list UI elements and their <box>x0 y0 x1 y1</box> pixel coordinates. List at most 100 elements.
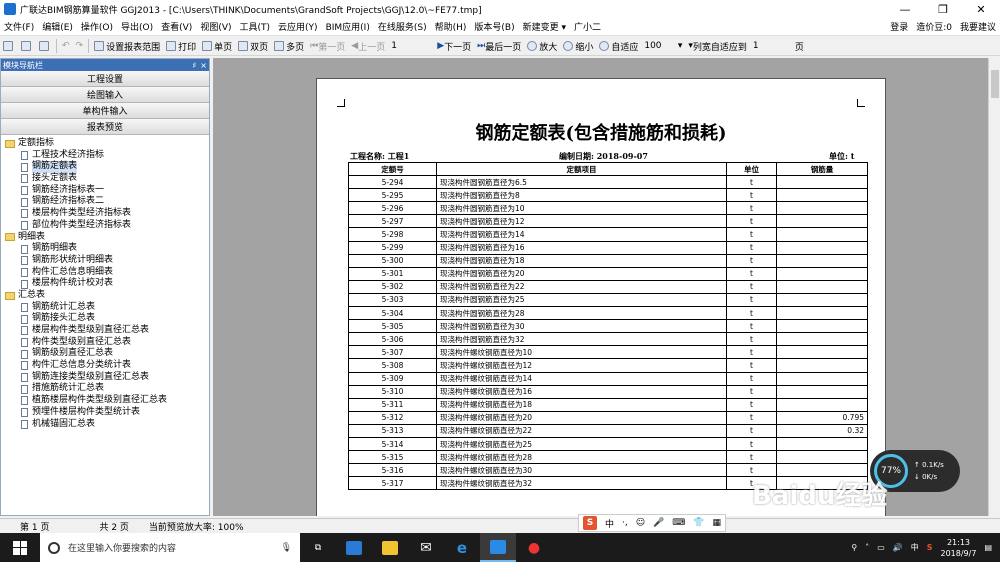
zoom-in-button[interactable]: 放大 <box>524 38 560 55</box>
tree-item[interactable]: 植筋楼层构件类型级别直径汇总表 <box>5 395 209 407</box>
tree-item[interactable]: 钢筋接头汇总表 <box>5 313 209 325</box>
suggest-link[interactable]: 我要建议 <box>956 20 1000 33</box>
menu-bim[interactable]: BIM应用(I) <box>322 20 374 33</box>
open-file-button[interactable] <box>18 38 36 55</box>
taskbar-app-screen[interactable] <box>336 533 372 562</box>
menu-version[interactable]: 版本号(B) <box>470 20 518 33</box>
width-fit-button[interactable]: ▾ 列宽自适应到 <box>685 38 750 55</box>
taskbar-app-explorer[interactable] <box>372 533 408 562</box>
chevron-up-icon[interactable]: ˄ <box>865 543 869 552</box>
fit-button[interactable]: 自适应 <box>596 38 641 55</box>
tree-group[interactable]: 定额指标 <box>5 138 209 150</box>
ime-s-icon[interactable]: S <box>927 543 933 552</box>
nav-project-settings[interactable]: 工程设置 <box>1 71 209 87</box>
zoom-out-button[interactable]: 缩小 <box>560 38 596 55</box>
first-page-button[interactable]: ⏮ 第一页 <box>307 38 348 55</box>
tree-item[interactable]: 楼层构件统计校对表 <box>5 278 209 290</box>
save-button[interactable] <box>36 38 54 55</box>
report-range-button[interactable]: 设置报表范围 <box>91 38 163 55</box>
tree-item[interactable]: 钢筋明细表 <box>5 243 209 255</box>
tree-group[interactable]: 明细表 <box>5 232 209 244</box>
nav-single-component-input[interactable]: 单构件输入 <box>1 103 209 119</box>
scrollbar-thumb[interactable] <box>991 70 999 98</box>
tree-item[interactable]: 构件汇总信息明细表 <box>5 267 209 279</box>
tree-item[interactable]: 钢筋形状统计明细表 <box>5 255 209 267</box>
single-page-button[interactable]: 单页 <box>199 38 235 55</box>
volume-icon[interactable]: 🔊 <box>893 543 903 552</box>
vertical-scrollbar[interactable] <box>988 58 1000 516</box>
next-page-button[interactable]: ▶ 下一页 <box>434 38 474 55</box>
width-fit-input[interactable]: 1 <box>750 38 792 55</box>
undo-button[interactable]: ↶ <box>59 38 73 55</box>
minimize-button[interactable]: — <box>886 0 924 18</box>
tree-item[interactable]: 楼层构件类型经济指标表 <box>5 208 209 220</box>
menu-edit[interactable]: 编辑(E) <box>38 20 77 33</box>
taskbar-app-mail[interactable]: ✉ <box>408 533 444 562</box>
tree-item[interactable]: 工程技术经济指标 <box>5 150 209 162</box>
nav-report-preview[interactable]: 报表预览 <box>1 119 209 135</box>
tree-item[interactable]: 预埋件楼层构件类型统计表 <box>5 407 209 419</box>
ime-keyboard-icon[interactable]: ⌨ <box>672 518 685 528</box>
taskbar-app-recorder[interactable]: ● <box>516 533 552 562</box>
tree-item[interactable]: 楼层构件类型级别直径汇总表 <box>5 325 209 337</box>
tree-item[interactable]: 措施筋统计汇总表 <box>5 383 209 395</box>
taskbar-app-edge[interactable]: e <box>444 533 480 562</box>
menu-help[interactable]: 帮助(H) <box>431 20 471 33</box>
ime-toolbar[interactable]: S 中 ·, ☺ 🎤 ⌨ 👕 ▦ <box>578 514 726 532</box>
ime-indicator-icon[interactable]: 中 <box>911 542 919 553</box>
tree-item[interactable]: 钢筋连接类型级别直径汇总表 <box>5 372 209 384</box>
tree-group[interactable]: 汇总表 <box>5 290 209 302</box>
tree-item[interactable]: 构件类型级别直径汇总表 <box>5 337 209 349</box>
close-button[interactable]: ✕ <box>962 0 1000 18</box>
tree-item[interactable]: 机械锚固汇总表 <box>5 419 209 431</box>
ime-grid-icon[interactable]: ▦ <box>712 518 721 528</box>
ime-skin-icon[interactable]: 👕 <box>693 518 704 528</box>
mic-icon[interactable]: 🎙 <box>281 543 292 553</box>
nav-drawing-input[interactable]: 绘图输入 <box>1 87 209 103</box>
ime-mic-icon[interactable]: 🎤 <box>653 518 664 528</box>
tree-item[interactable]: 构件汇总信息分类统计表 <box>5 360 209 372</box>
prev-page-button[interactable]: ◀ 上一页 <box>348 38 388 55</box>
print-button[interactable]: 打印 <box>163 38 199 55</box>
menu-assistant[interactable]: 广小二 <box>570 20 605 33</box>
ime-punctuation-icon[interactable]: ·, <box>622 518 628 528</box>
tree-item[interactable]: 钢筋经济指标表二 <box>5 196 209 208</box>
zoom-select[interactable]: 100 ▾ <box>641 38 685 55</box>
tree-item[interactable]: 钢筋定额表 <box>5 161 209 174</box>
menu-online[interactable]: 在线服务(S) <box>374 20 431 33</box>
menu-export[interactable]: 导出(O) <box>117 20 157 33</box>
network-icon[interactable]: ▭ <box>877 543 885 552</box>
menu-file[interactable]: 文件(F) <box>0 20 38 33</box>
multi-page-button[interactable]: 多页 <box>271 38 307 55</box>
start-button[interactable] <box>0 540 40 555</box>
double-page-button[interactable]: 双页 <box>235 38 271 55</box>
menu-view[interactable]: 查看(V) <box>157 20 196 33</box>
menu-cloud[interactable]: 云应用(Y) <box>274 20 322 33</box>
menu-window[interactable]: 视图(V) <box>196 20 235 33</box>
tree-item[interactable]: 钢筋经济指标表一 <box>5 185 209 197</box>
taskbar-search[interactable]: 在这里输入你要搜索的内容 🎙 <box>40 533 300 562</box>
notification-icon[interactable]: ▤ <box>984 543 992 552</box>
clock[interactable]: 21:13 2018/9/7 <box>941 537 977 559</box>
menu-tools[interactable]: 工具(T) <box>236 20 275 33</box>
page-number-input[interactable]: 1 <box>388 38 434 55</box>
close-icon[interactable]: × <box>200 61 207 70</box>
new-file-button[interactable] <box>0 38 18 55</box>
redo-button[interactable]: ↷ <box>73 38 87 55</box>
taskbar-app-ggj[interactable] <box>480 533 516 562</box>
tree-item[interactable]: 钢筋级别直径汇总表 <box>5 348 209 360</box>
task-view-button[interactable]: ⧉ <box>300 533 336 562</box>
ime-emoji-icon[interactable]: ☺ <box>636 518 645 528</box>
sogou-icon[interactable]: S <box>582 516 597 530</box>
people-icon[interactable]: ⚲ <box>851 543 857 552</box>
last-page-button[interactable]: ⏭ 最后一页 <box>474 38 524 55</box>
restore-button[interactable]: ❐ <box>924 0 962 18</box>
menu-operate[interactable]: 操作(O) <box>77 20 117 33</box>
tree-item[interactable]: 接头定额表 <box>5 173 209 185</box>
pin-icon[interactable]: ♯ <box>192 61 196 70</box>
menu-new-change[interactable]: 新建变更 ▾ <box>519 20 570 33</box>
ime-chinese-icon[interactable]: 中 <box>605 517 614 530</box>
login-link[interactable]: 登录 <box>886 20 912 33</box>
tree-item[interactable]: 部位构件类型经济指标表 <box>5 220 209 232</box>
tree-item[interactable]: 钢筋统计汇总表 <box>5 302 209 314</box>
